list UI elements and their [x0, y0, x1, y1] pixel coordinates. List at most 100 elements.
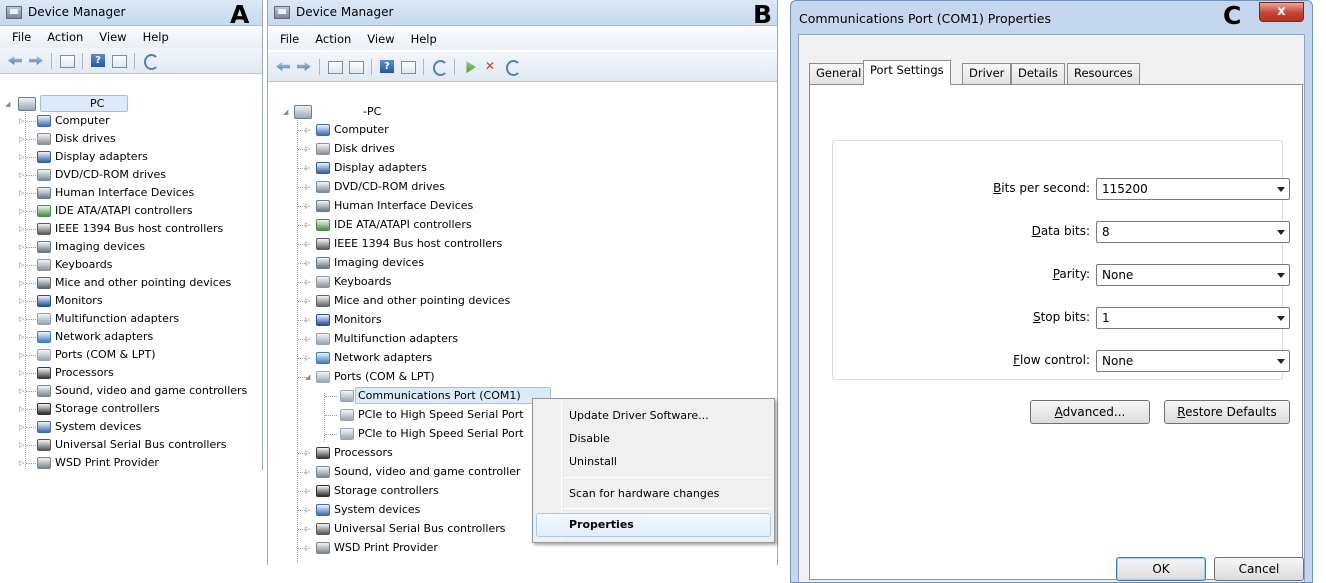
expand-arrow-icon[interactable]: ▷ [19, 130, 27, 148]
menu-uninstall[interactable]: Uninstall [569, 455, 617, 468]
back-arrow-icon[interactable] [274, 58, 292, 75]
tree-item[interactable]: ▷ IEEE 1394 Bus host controllers [0, 220, 262, 238]
expand-arrow-icon[interactable]: ▷ [305, 311, 313, 329]
scan-hardware-icon[interactable] [141, 52, 159, 70]
expand-arrow-icon[interactable]: ▷ [305, 121, 313, 139]
tree-item[interactable]: ▷ Keyboards [0, 256, 262, 274]
properties-icon[interactable] [399, 58, 417, 75]
expand-arrow-icon[interactable]: ▷ [19, 382, 27, 400]
expand-arrow-icon[interactable]: ▷ [305, 197, 313, 215]
expand-arrow-icon[interactable]: ▷ [19, 184, 27, 202]
properties-icon[interactable] [110, 52, 128, 69]
tab-general[interactable]: General [809, 63, 869, 84]
tree-item[interactable]: ▷ Multifunction adapters [268, 330, 777, 348]
tree-item[interactable]: ▷ Multifunction adapters [0, 310, 262, 328]
expand-arrow-icon[interactable]: ▷ [305, 273, 313, 291]
menu-disable[interactable]: Disable [569, 432, 610, 445]
tree-item[interactable]: ▷ IEEE 1394 Bus host controllers [268, 235, 777, 253]
tree-item-ports[interactable]: ◢ Ports (COM & LPT) [268, 368, 777, 386]
advanced-button[interactable]: Advanced... [1030, 400, 1150, 424]
expand-arrow-icon[interactable]: ▷ [305, 539, 313, 557]
stop-bits-select[interactable]: 1 [1096, 307, 1290, 329]
parity-select[interactable]: None [1096, 264, 1290, 286]
tree-item[interactable]: ▷ Keyboards [268, 273, 777, 291]
tree-item[interactable]: ▷ Mice and other pointing devices [268, 292, 777, 310]
expand-arrow-icon[interactable]: ▷ [19, 346, 27, 364]
tree-item[interactable]: ▷ DVD/CD-ROM drives [0, 166, 262, 184]
menu-view[interactable]: View [91, 30, 134, 44]
export-list-icon[interactable] [347, 58, 365, 75]
tree-root[interactable]: ◢ PC [0, 95, 262, 113]
expand-arrow-icon[interactable]: ▷ [19, 238, 27, 256]
collapse-arrow-icon[interactable]: ◢ [283, 103, 291, 121]
menu-file[interactable]: File [4, 30, 39, 44]
tree-item[interactable]: ▷ Imaging devices [0, 238, 262, 256]
forward-arrow-icon[interactable] [295, 58, 313, 75]
expand-arrow-icon[interactable]: ▷ [305, 216, 313, 234]
menu-help[interactable]: Help [403, 32, 445, 46]
menu-help[interactable]: Help [135, 30, 177, 44]
expand-arrow-icon[interactable]: ▷ [19, 400, 27, 418]
data-bits-select[interactable]: 8 [1096, 221, 1290, 243]
expand-arrow-icon[interactable]: ▷ [19, 292, 27, 310]
tree-item[interactable]: ▷ Computer [0, 112, 262, 130]
tree-item[interactable]: ▷ Human Interface Devices [0, 184, 262, 202]
tree-item[interactable]: ▷ Display adapters [0, 148, 262, 166]
menu-view[interactable]: View [359, 32, 402, 46]
tree-item[interactable]: ▷ Imaging devices [268, 254, 777, 272]
expand-arrow-icon[interactable]: ▷ [19, 256, 27, 274]
tree-item[interactable]: ▷ Network adapters [0, 328, 262, 346]
tree-root[interactable]: ◢ -PC [268, 103, 777, 121]
tree-item[interactable]: ▷ Computer [268, 121, 777, 139]
show-hide-console-icon[interactable] [58, 52, 76, 69]
tree-item[interactable]: ▷ Disk drives [0, 130, 262, 148]
flow-control-select[interactable]: None [1096, 350, 1290, 372]
menu-properties[interactable]: Properties [569, 518, 634, 531]
uninstall-icon[interactable] [482, 58, 500, 75]
expand-arrow-icon[interactable]: ▷ [305, 520, 313, 538]
expand-arrow-icon[interactable]: ▷ [305, 501, 313, 519]
tree-item[interactable]: ▷ Monitors [0, 292, 262, 310]
expand-arrow-icon[interactable]: ▷ [19, 418, 27, 436]
tree-item[interactable]: ▷ Storage controllers [0, 400, 262, 418]
expand-arrow-icon[interactable]: ▷ [305, 140, 313, 158]
expand-arrow-icon[interactable]: ▷ [19, 436, 27, 454]
ok-button[interactable]: OK [1116, 557, 1206, 581]
tree-item[interactable]: ▷ Human Interface Devices [268, 197, 777, 215]
expand-arrow-icon[interactable]: ▷ [305, 349, 313, 367]
collapse-arrow-icon[interactable]: ◢ [5, 95, 13, 113]
expand-arrow-icon[interactable]: ▷ [305, 254, 313, 272]
back-arrow-icon[interactable] [6, 52, 24, 69]
tab-port-settings[interactable]: Port Settings [863, 60, 951, 85]
dropdown-arrow-icon[interactable] [1277, 230, 1285, 235]
menu-action[interactable]: Action [39, 30, 91, 44]
scan-hardware-icon[interactable] [430, 58, 448, 76]
dropdown-arrow-icon[interactable] [1277, 359, 1285, 364]
tree-item[interactable]: ▷ Display adapters [268, 159, 777, 177]
expand-arrow-icon[interactable]: ▷ [19, 220, 27, 238]
expand-arrow-icon[interactable]: ▷ [19, 202, 27, 220]
collapse-arrow-icon[interactable]: ◢ [305, 368, 313, 386]
tree-item[interactable]: ▷ DVD/CD-ROM drives [268, 178, 777, 196]
dropdown-arrow-icon[interactable] [1277, 187, 1285, 192]
cancel-button[interactable]: Cancel [1214, 557, 1304, 581]
expand-arrow-icon[interactable]: ▷ [19, 364, 27, 382]
tree-item[interactable]: ▷ Monitors [268, 311, 777, 329]
expand-arrow-icon[interactable]: ▷ [305, 482, 313, 500]
tree-item[interactable]: ▷ System devices [0, 418, 262, 436]
tree-item[interactable]: ▷ Ports (COM & LPT) [0, 346, 262, 364]
help-icon[interactable] [378, 58, 396, 75]
help-icon[interactable] [89, 52, 107, 69]
restore-defaults-button[interactable]: Restore Defaults [1164, 400, 1290, 424]
menu-update-driver[interactable]: Update Driver Software... [569, 409, 709, 422]
expand-arrow-icon[interactable]: ▷ [19, 148, 27, 166]
expand-arrow-icon[interactable]: ▷ [305, 159, 313, 177]
expand-arrow-icon[interactable]: ▷ [19, 310, 27, 328]
menu-scan[interactable]: Scan for hardware changes [569, 487, 719, 500]
tree-item[interactable]: ▷ Disk drives [268, 140, 777, 158]
tree-item[interactable]: ▷ IDE ATA/ATAPI controllers [268, 216, 777, 234]
menu-file[interactable]: File [272, 32, 307, 46]
expand-arrow-icon[interactable]: ▷ [305, 292, 313, 310]
menu-action[interactable]: Action [307, 32, 359, 46]
expand-arrow-icon[interactable]: ▷ [305, 330, 313, 348]
